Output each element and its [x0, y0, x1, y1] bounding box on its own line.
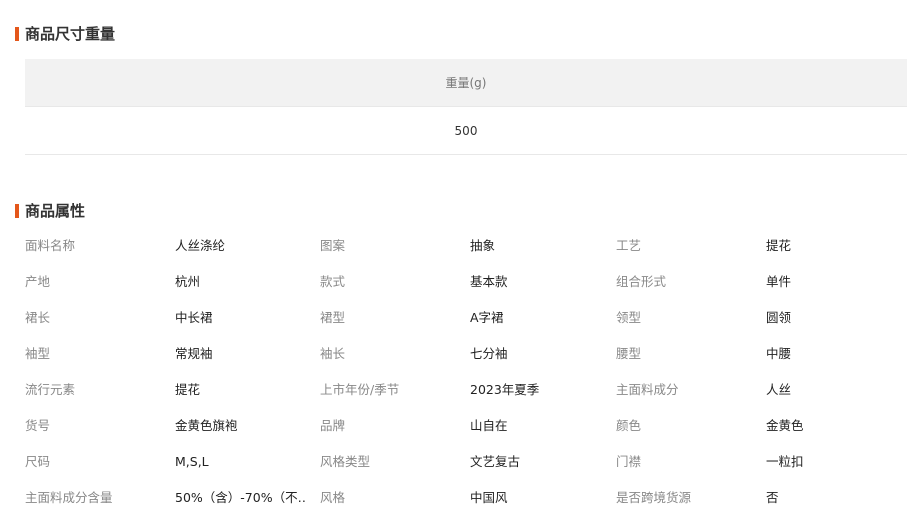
attribute-label: 门襟 [616, 454, 642, 469]
attribute-value: 提花 [175, 382, 201, 397]
attribute-row: 主面料成分含量 50%（含）-70%（不… 风格 中国风 是否跨境货源 否 [25, 480, 907, 516]
attribute-label: 是否跨境货源 [616, 490, 692, 505]
section-accent-bar [15, 27, 19, 41]
attribute-label: 裙型 [320, 310, 346, 325]
attribute-label: 风格类型 [320, 454, 371, 469]
attribute-label: 主面料成分 [616, 382, 679, 397]
attribute-label: 组合形式 [616, 274, 667, 289]
attribute-label: 风格 [320, 490, 346, 505]
attribute-label: 流行元素 [25, 382, 76, 397]
attribute-value: 基本款 [470, 274, 508, 289]
attribute-row: 面料名称 人丝涤纶 图案 抽象 工艺 提花 [25, 228, 907, 264]
attribute-value: 七分袖 [470, 346, 508, 361]
attribute-label: 品牌 [320, 418, 346, 433]
attribute-label: 颜色 [616, 418, 642, 433]
attribute-row: 货号 金黄色旗袍 品牌 山自在 颜色 金黄色 [25, 408, 907, 444]
attribute-label: 袖长 [320, 346, 346, 361]
attribute-value: 金黄色旗袍 [175, 418, 238, 433]
attribute-value: 人丝涤纶 [175, 238, 226, 253]
product-detail-page: 商品尺寸重量 重量(g) 500 商品属性 面料名称 人丝涤纶 图案 抽象 工艺 提花 产地… [0, 0, 907, 517]
size-weight-title: 商品尺寸重量 [25, 25, 116, 43]
attribute-value: 一粒扣 [766, 454, 804, 469]
attribute-label: 上市年份/季节 [320, 382, 400, 397]
attribute-value: 2023年夏季 [470, 382, 540, 397]
attribute-label: 产地 [25, 274, 51, 289]
attribute-value: 圆领 [766, 310, 792, 325]
attribute-value: 抽象 [470, 238, 496, 253]
attribute-value: 提花 [766, 238, 792, 253]
weight-column-header: 重量(g) [25, 59, 907, 107]
attribute-row: 流行元素 提花 上市年份/季节 2023年夏季 主面料成分 人丝 [25, 372, 907, 408]
attribute-value: M,S,L [175, 454, 209, 469]
size-weight-table: 重量(g) 500 [25, 59, 907, 155]
attribute-label: 款式 [320, 274, 346, 289]
attribute-value: 文艺复古 [470, 454, 521, 469]
attribute-row: 产地 杭州 款式 基本款 组合形式 单件 [25, 264, 907, 300]
attributes-title: 商品属性 [25, 202, 86, 220]
size-weight-section-title: 商品尺寸重量 [15, 25, 115, 43]
attribute-label: 面料名称 [25, 238, 76, 253]
attribute-label: 图案 [320, 238, 346, 253]
attribute-row: 裙长 中长裙 裙型 A字裙 领型 圆领 [25, 300, 907, 336]
attribute-row: 尺码 M,S,L 风格类型 文艺复古 门襟 一粒扣 [25, 444, 907, 480]
attribute-value: 中国风 [470, 490, 508, 505]
attributes-section-title: 商品属性 [15, 202, 85, 220]
attribute-value: 中长裙 [175, 310, 213, 325]
weight-value-cell: 500 [25, 107, 907, 155]
attribute-value: 50%（含）-70%（不… [175, 490, 305, 505]
section-accent-bar [15, 204, 19, 218]
attribute-value: 人丝 [766, 382, 792, 397]
attribute-label: 主面料成分含量 [25, 490, 113, 505]
attributes-grid: 面料名称 人丝涤纶 图案 抽象 工艺 提花 产地 杭州 款式 基本款 组合形式 单件 裙长 中长裙 裙型 A字… [25, 228, 907, 516]
attribute-value: 金黄色 [766, 418, 804, 433]
attribute-label: 领型 [616, 310, 642, 325]
attribute-value: 杭州 [175, 274, 201, 289]
attribute-label: 尺码 [25, 454, 51, 469]
attribute-label: 裙长 [25, 310, 51, 325]
attribute-label: 工艺 [616, 238, 642, 253]
attribute-label: 腰型 [616, 346, 642, 361]
attribute-value: 中腰 [766, 346, 792, 361]
attribute-label: 袖型 [25, 346, 51, 361]
attribute-label: 货号 [25, 418, 51, 433]
attribute-value: 单件 [766, 274, 792, 289]
attribute-row: 袖型 常规袖 袖长 七分袖 腰型 中腰 [25, 336, 907, 372]
attribute-value: 常规袖 [175, 346, 213, 361]
attribute-value: A字裙 [470, 310, 504, 325]
attribute-value: 山自在 [470, 418, 508, 433]
attribute-value: 否 [766, 490, 779, 505]
